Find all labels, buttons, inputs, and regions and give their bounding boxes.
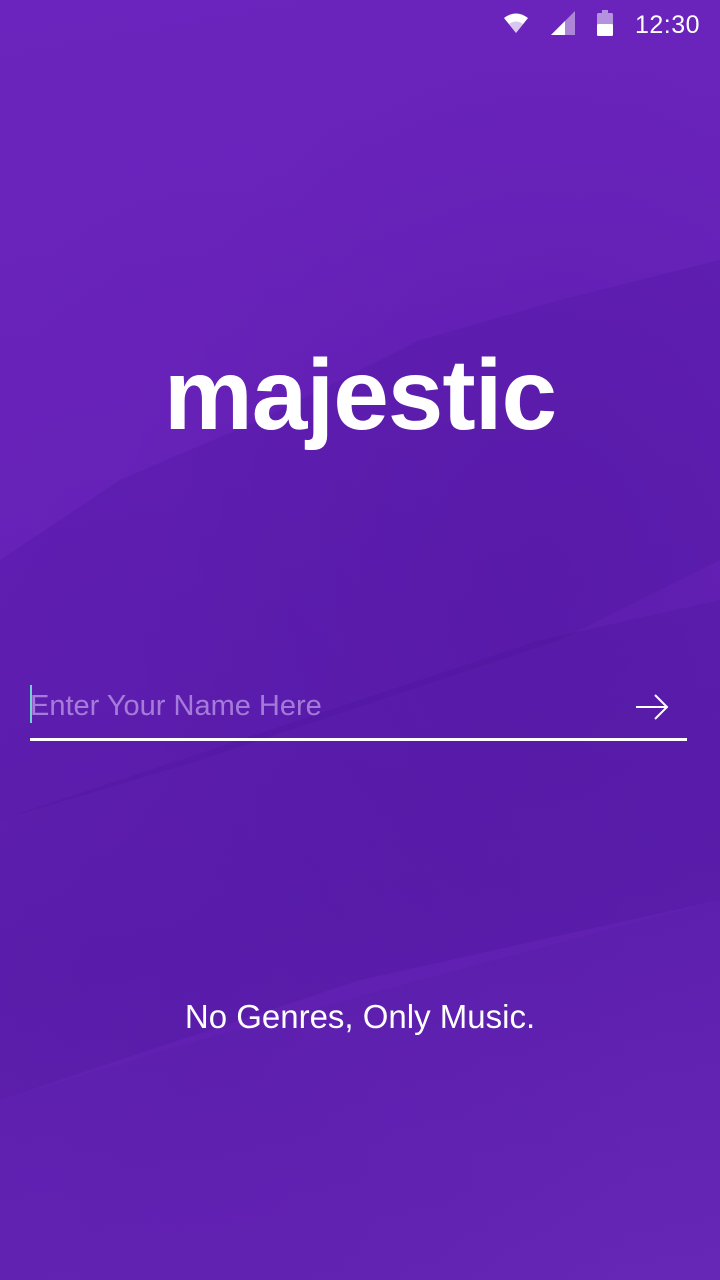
signal-icon (550, 10, 575, 40)
tagline: No Genres, Only Music. (184, 998, 536, 1035)
status-bar: 12:30 (0, 0, 720, 50)
app-logo: majestic (163, 339, 557, 451)
wifi-icon (503, 12, 529, 39)
name-input[interactable] (30, 683, 620, 729)
name-entry-form (30, 675, 687, 741)
arrow-right-icon[interactable] (635, 692, 669, 722)
battery-icon (596, 9, 613, 41)
status-time: 12:30 (634, 10, 700, 39)
input-underline (30, 738, 687, 741)
background-mountain-image (0, 0, 720, 1280)
text-cursor (30, 685, 32, 723)
